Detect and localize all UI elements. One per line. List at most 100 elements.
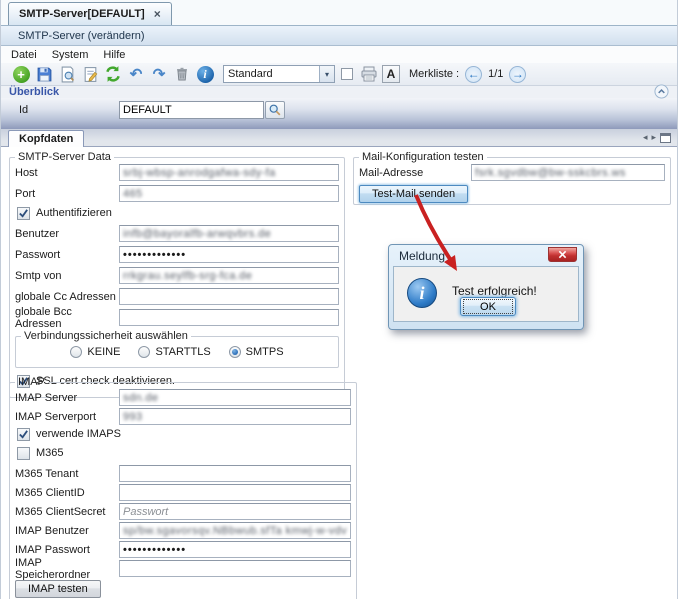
- globale-bcc-input[interactable]: [119, 309, 339, 326]
- tab-strip-controls: ◂ ▸: [643, 132, 677, 146]
- document-tab-smtp-server[interactable]: SMTP-Server[DEFAULT] ×: [8, 2, 172, 25]
- m365-checkbox[interactable]: [17, 447, 30, 460]
- imap-benutzer-input[interactable]: sp/bw.sgavorsqv.NBbwub.sfTa kmwj-w-vdv: [119, 522, 351, 539]
- radio-keine[interactable]: KEINE: [70, 346, 120, 358]
- tab-close-icon[interactable]: ×: [154, 9, 161, 19]
- smtp-von-input[interactable]: rrkgrau.seylfb-srg-fca.de: [119, 267, 339, 284]
- passwort-row: Passwort •••••••••••••: [15, 246, 339, 263]
- m365-clientsecret-input[interactable]: [119, 503, 351, 520]
- imap-benutzer-row: IMAP Benutzer sp/bw.sgavorsqv.NBbwub.sfT…: [15, 522, 351, 539]
- save-icon[interactable]: [34, 64, 54, 84]
- verbindungssicherheit-title: Verbindungssicherheit auswählen: [21, 330, 191, 342]
- info-icon[interactable]: i: [195, 64, 215, 84]
- passwort-label: Passwort: [15, 249, 119, 261]
- security-radio-group: KEINE STARTTLS SMTPS: [21, 343, 333, 363]
- imap-passwort-row: IMAP Passwort •••••••••••••: [15, 541, 351, 558]
- passwort-input[interactable]: •••••••••••••: [119, 246, 339, 263]
- tab-scroll-left-icon[interactable]: ◂: [643, 132, 648, 143]
- menu-datei[interactable]: Datei: [11, 48, 46, 62]
- refresh-icon[interactable]: [103, 64, 123, 84]
- dialog-message: Test erfolgreich!: [452, 284, 537, 298]
- tab-scroll-right-icon[interactable]: ▸: [651, 132, 656, 143]
- radio-smtps-circle[interactable]: [229, 346, 241, 358]
- radio-starttls-label: STARTTLS: [155, 346, 210, 358]
- imap-serverport-row: IMAP Serverport 993: [15, 408, 351, 425]
- delete-icon[interactable]: [172, 64, 192, 84]
- print-icon[interactable]: [359, 64, 379, 84]
- radio-smtps-label: SMTPS: [246, 346, 284, 358]
- mail-adresse-input[interactable]: fsrk.sgvdbw@bw-sskcbrs.ws: [471, 164, 665, 181]
- collapse-section-icon[interactable]: [654, 84, 669, 99]
- undo-icon[interactable]: ↶: [126, 64, 146, 84]
- m365-tenant-row: M365 Tenant: [15, 465, 351, 482]
- m365-clientsecret-row: M365 ClientSecret: [15, 503, 351, 520]
- imap-speicherordner-row: IMAP Speicherordner: [15, 560, 351, 577]
- globale-bcc-label: globale Bcc Adressen: [15, 306, 119, 330]
- imap-group-title: IMAP: [15, 376, 48, 388]
- port-row: Port 465: [15, 185, 339, 202]
- info-dialog-icon: i: [407, 278, 437, 308]
- id-input[interactable]: [119, 101, 264, 119]
- globale-cc-input[interactable]: [119, 288, 339, 305]
- globale-bcc-row: globale Bcc Adressen: [15, 309, 339, 326]
- menu-system[interactable]: System: [52, 48, 98, 62]
- merkliste-forward-icon[interactable]: →: [509, 66, 526, 83]
- standard-combobox[interactable]: Standard ▾: [223, 65, 335, 83]
- font-icon[interactable]: A: [382, 65, 400, 83]
- test-mail-senden-button[interactable]: Test-Mail senden: [359, 185, 468, 203]
- globale-cc-label: globale Cc Adressen: [15, 291, 119, 303]
- document-tab-bar: SMTP-Server[DEFAULT] ×: [1, 0, 677, 26]
- id-label: Id: [19, 101, 119, 116]
- verwende-imaps-label: verwende IMAPS: [36, 428, 121, 440]
- authentifizieren-checkbox[interactable]: [17, 207, 30, 220]
- preview-icon[interactable]: [57, 64, 77, 84]
- edit-icon[interactable]: [80, 64, 100, 84]
- port-label: Port: [15, 188, 119, 200]
- dialog-title-bar[interactable]: Meldung: [393, 245, 579, 266]
- radio-keine-label: KEINE: [87, 346, 120, 358]
- host-input[interactable]: srbj-wbsp-anrodgafwa-sdy-fa: [119, 164, 339, 181]
- merkliste-label: Merkliste :: [409, 68, 459, 80]
- id-search-button[interactable]: [265, 101, 285, 119]
- radio-keine-circle[interactable]: [70, 346, 82, 358]
- imap-serverport-input[interactable]: 993: [119, 408, 351, 425]
- m365-clientid-label: M365 ClientID: [15, 487, 119, 499]
- window-title: SMTP-Server (verändern): [18, 30, 145, 42]
- tab-kopfdaten[interactable]: Kopfdaten: [8, 130, 84, 147]
- benutzer-input[interactable]: infb@bayoralfb-arwqvbrs.de: [119, 225, 339, 242]
- imap-server-label: IMAP Server: [15, 392, 119, 404]
- overview-header: Überblick: [1, 86, 677, 98]
- merkliste-back-icon[interactable]: ←: [465, 66, 482, 83]
- mail-konfiguration-title: Mail-Konfiguration testen: [359, 151, 487, 163]
- add-icon[interactable]: +: [11, 64, 31, 84]
- radio-starttls-circle[interactable]: [138, 346, 150, 358]
- redo-icon[interactable]: ↷: [149, 64, 169, 84]
- imap-speicherordner-input[interactable]: [119, 560, 351, 577]
- maximize-tab-icon[interactable]: [660, 133, 671, 143]
- m365-clientid-input[interactable]: [119, 484, 351, 501]
- dialog-close-icon[interactable]: [548, 247, 577, 262]
- host-label: Host: [15, 167, 119, 179]
- m365-label: M365: [36, 447, 64, 459]
- combobox-dropdown-icon[interactable]: ▾: [319, 66, 334, 82]
- imap-server-input[interactable]: sdn.de: [119, 389, 351, 406]
- imap-group: IMAP IMAP Server sdn.de IMAP Serverport …: [9, 376, 357, 599]
- menu-hilfe[interactable]: Hilfe: [103, 48, 134, 62]
- radio-smtps[interactable]: SMTPS: [229, 346, 284, 358]
- port-input[interactable]: 465: [119, 185, 339, 202]
- combobox-value: Standard: [224, 68, 319, 80]
- meldung-dialog: Meldung i Test erfolgreich! OK: [388, 244, 584, 330]
- radio-starttls[interactable]: STARTTLS: [138, 346, 210, 358]
- m365-tenant-input[interactable]: [119, 465, 351, 482]
- verwende-imaps-checkbox[interactable]: [17, 428, 30, 441]
- imap-testen-row: IMAP testen: [15, 580, 351, 598]
- dialog-body: i Test erfolgreich! OK: [393, 266, 579, 322]
- imap-passwort-label: IMAP Passwort: [15, 544, 119, 556]
- kopfdaten-panel: SMTP-Server Data Host srbj-wbsp-anrodgaf…: [1, 147, 677, 599]
- toolbar: + ↶ ↷ i Standard ▾ A Merkliste : ← 1/1: [1, 63, 677, 86]
- imap-testen-button[interactable]: IMAP testen: [15, 580, 101, 598]
- smtp-von-label: Smtp von: [15, 270, 119, 282]
- imap-passwort-input[interactable]: •••••••••••••: [119, 541, 351, 558]
- toolbar-checkbox[interactable]: [341, 68, 353, 80]
- dialog-ok-button[interactable]: OK: [460, 297, 516, 316]
